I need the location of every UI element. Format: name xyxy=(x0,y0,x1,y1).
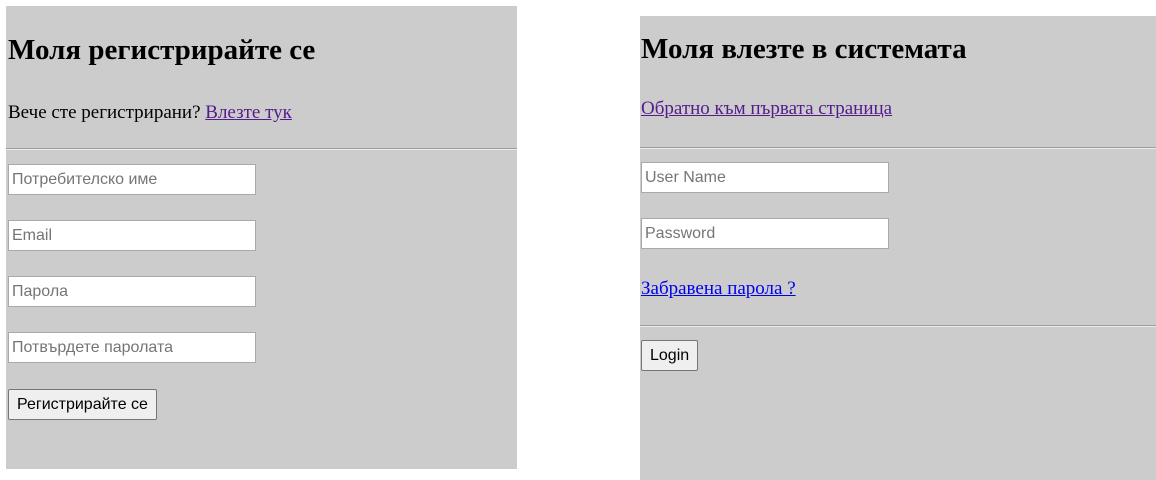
login-here-link[interactable]: Влезте тук xyxy=(205,102,292,123)
forgot-password-link[interactable]: Забравена парола ? xyxy=(641,278,796,299)
login-username-input[interactable] xyxy=(641,162,889,193)
register-divider xyxy=(6,148,517,150)
register-title: Моля регистрирайте се xyxy=(8,34,316,66)
login-password-input[interactable] xyxy=(641,218,889,249)
already-registered-text: Вече сте регистрирани? xyxy=(8,102,201,123)
register-email-input[interactable] xyxy=(8,220,256,251)
back-to-home-link[interactable]: Обратно към първата страница xyxy=(641,98,892,119)
already-registered-line: Вече сте регистрирани? Влезте тук xyxy=(8,102,292,124)
forgot-password-line: Забравена парола ? xyxy=(641,278,796,300)
register-username-input[interactable] xyxy=(8,164,256,195)
register-confirm-password-input[interactable] xyxy=(8,332,256,363)
register-password-input[interactable] xyxy=(8,276,256,307)
login-panel: Моля влезте в системата Обратно към първ… xyxy=(640,16,1156,480)
back-link-line: Обратно към първата страница xyxy=(641,98,892,120)
login-title: Моля влезте в системата xyxy=(641,33,967,65)
register-panel: Моля регистрирайте се Вече сте регистрир… xyxy=(6,6,517,469)
login-divider-bottom xyxy=(640,325,1156,327)
login-divider-top xyxy=(640,147,1156,149)
login-submit-button[interactable]: Login xyxy=(641,340,699,371)
register-submit-button[interactable]: Регистрирайте се xyxy=(8,389,157,420)
